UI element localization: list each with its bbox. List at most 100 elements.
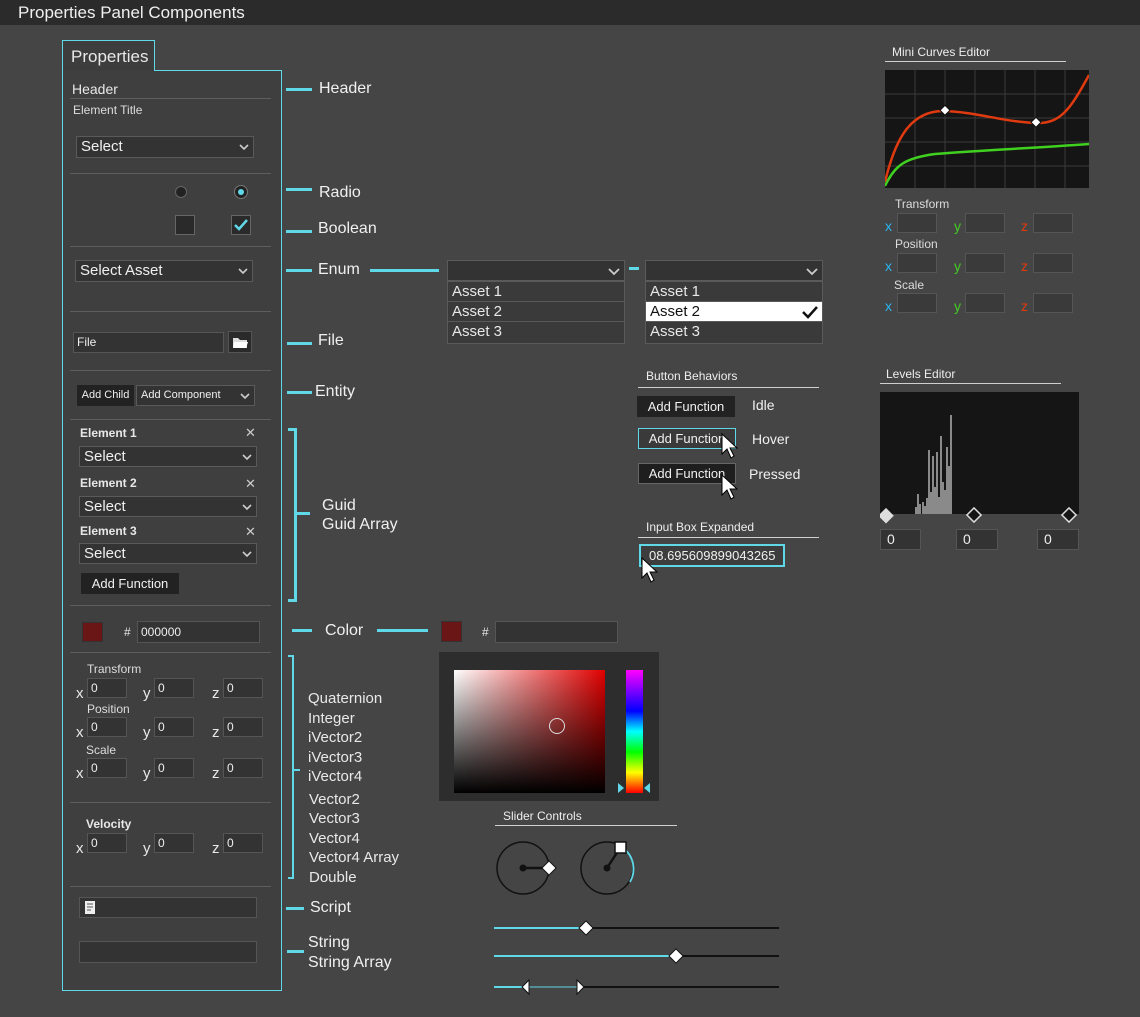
callout-boolean: Boolean xyxy=(318,220,377,237)
vector-input-z[interactable]: 0 xyxy=(223,833,263,853)
position-label: Position xyxy=(87,702,130,716)
hue-handle-icon[interactable] xyxy=(616,782,652,794)
axis-label-x: x xyxy=(885,258,892,274)
chevron-down-icon xyxy=(608,267,620,275)
type-item: iVector2 xyxy=(308,729,363,746)
remove-icon[interactable]: ✕ xyxy=(245,476,256,492)
string-field[interactable] xyxy=(79,941,257,963)
remove-icon[interactable]: ✕ xyxy=(245,425,256,441)
element-1-select[interactable]: Select xyxy=(79,446,257,467)
vector-input-y[interactable]: 0 xyxy=(154,833,194,853)
type-item: Quaternion xyxy=(308,690,383,707)
radio-on[interactable] xyxy=(234,185,248,199)
axis-label-x: x xyxy=(76,765,84,782)
enum-option-label: Asset 2 xyxy=(650,303,701,320)
curves-transform-label: Transform xyxy=(895,197,950,211)
window-title: Properties Panel Components xyxy=(0,0,1140,25)
vector-input-z[interactable]: 0 xyxy=(223,678,263,698)
enum-list-1: Asset 1 Asset 2 Asset 3 xyxy=(447,281,625,344)
levels-input-black[interactable]: 0 xyxy=(880,529,921,550)
file-field[interactable]: File xyxy=(73,332,224,353)
enum-selected-dropdown[interactable] xyxy=(645,260,823,281)
curve-input-z[interactable] xyxy=(1033,293,1073,313)
curve-input-y[interactable] xyxy=(965,253,1005,273)
curve-input-x[interactable] xyxy=(897,253,937,273)
vector-input-x[interactable]: 0 xyxy=(87,717,127,737)
axis-label-y: y xyxy=(143,840,151,857)
axis-label-x: x xyxy=(76,724,84,741)
enum-option[interactable]: Asset 1 xyxy=(646,282,822,302)
axis-label-z: z xyxy=(1021,258,1028,274)
picker-swatch[interactable] xyxy=(441,621,462,642)
enum-expanded-dropdown[interactable] xyxy=(447,260,625,281)
vector-input-z[interactable]: 0 xyxy=(223,758,263,778)
vector-input-y[interactable]: 0 xyxy=(154,758,194,778)
script-field[interactable] xyxy=(79,897,257,918)
checkbox-on[interactable] xyxy=(231,215,251,235)
select-value: Select xyxy=(81,138,123,155)
add-component-label: Add Component xyxy=(141,389,221,401)
enum-option[interactable]: Asset 2 xyxy=(448,302,624,322)
enum-option[interactable]: Asset 3 xyxy=(646,322,822,342)
vector-input-y[interactable]: 0 xyxy=(154,717,194,737)
slider-controls-title: Slider Controls xyxy=(495,809,677,826)
add-component-dropdown[interactable]: Add Component xyxy=(136,385,255,406)
color-swatch[interactable] xyxy=(82,622,103,642)
levels-histogram[interactable] xyxy=(880,392,1079,524)
callout-string: String xyxy=(308,934,350,951)
enum-dropdown[interactable]: Select Asset xyxy=(75,260,253,282)
linear-sliders[interactable] xyxy=(492,915,782,1000)
radio-off[interactable] xyxy=(175,186,187,198)
header-label: Header xyxy=(72,81,118,97)
enum-option[interactable]: Asset 3 xyxy=(448,322,624,342)
element-1-label: Element 1 xyxy=(80,426,137,440)
saturation-value-area[interactable] xyxy=(454,670,605,793)
axis-label-y: y xyxy=(143,724,151,741)
vector-input-y[interactable]: 0 xyxy=(154,678,194,698)
expanded-input[interactable]: 08.695609899043265 xyxy=(639,544,785,567)
enum-option-label: Asset 2 xyxy=(452,303,503,320)
add-function-idle[interactable]: Add Function xyxy=(637,396,735,417)
curve-input-y[interactable] xyxy=(965,293,1005,313)
levels-input-mid[interactable]: 0 xyxy=(956,529,998,550)
curve-input-y[interactable] xyxy=(965,213,1005,233)
curve-input-x[interactable] xyxy=(897,213,937,233)
tab-properties[interactable]: Properties xyxy=(62,40,155,71)
enum-option[interactable]: Asset 2 xyxy=(646,302,822,322)
add-function-button[interactable]: Add Function xyxy=(81,573,179,594)
axis-label-x: x xyxy=(76,840,84,857)
select-dropdown[interactable]: Select xyxy=(76,136,254,158)
color-picker-handle[interactable] xyxy=(549,718,565,734)
remove-icon[interactable]: ✕ xyxy=(245,524,256,540)
checkbox-off[interactable] xyxy=(175,215,195,235)
levels-input-white[interactable]: 0 xyxy=(1037,529,1079,550)
chevron-down-icon xyxy=(239,144,249,151)
vector-input-x[interactable]: 0 xyxy=(87,678,127,698)
chevron-down-icon xyxy=(806,267,818,275)
vector-input-x[interactable]: 0 xyxy=(87,758,127,778)
curves-graph[interactable] xyxy=(885,70,1089,188)
element-2-select[interactable]: Select xyxy=(79,496,257,517)
callout-file: File xyxy=(318,332,344,349)
picker-hex-input[interactable] xyxy=(495,621,618,643)
select-value: Select xyxy=(84,498,126,515)
enum-option-label: Asset 3 xyxy=(452,323,503,340)
add-child-button[interactable]: Add Child xyxy=(77,385,134,406)
curve-input-z[interactable] xyxy=(1033,253,1073,273)
chevron-down-icon xyxy=(238,268,248,275)
select-value: Select xyxy=(84,448,126,465)
vector-input-z[interactable]: 0 xyxy=(223,717,263,737)
callout-guid-array: Guid Array xyxy=(322,516,398,533)
callout-types: Quaternion Integer iVector2 iVector3 iVector… xyxy=(308,689,399,887)
axis-label-x: x xyxy=(885,218,892,234)
curve-input-x[interactable] xyxy=(897,293,937,313)
vector-input-x[interactable]: 0 xyxy=(87,833,127,853)
hue-slider[interactable] xyxy=(626,670,643,793)
element-3-select[interactable]: Select xyxy=(79,543,257,564)
color-hex-input[interactable]: 000000 xyxy=(137,621,260,643)
enum-option[interactable]: Asset 1 xyxy=(448,282,624,302)
knob-controls[interactable] xyxy=(494,838,639,900)
folder-button[interactable] xyxy=(228,331,252,353)
curve-input-z[interactable] xyxy=(1033,213,1073,233)
axis-label-z: z xyxy=(212,840,220,857)
